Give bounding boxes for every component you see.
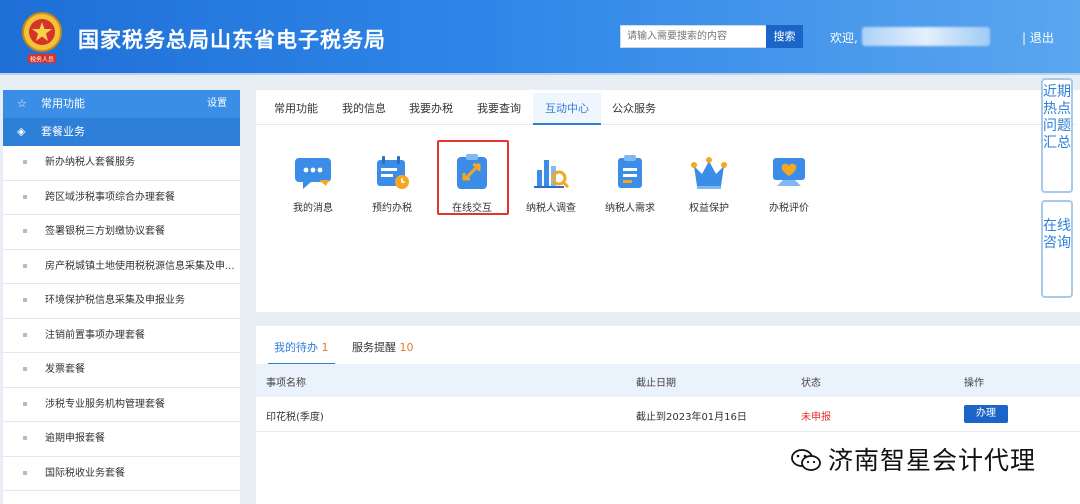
bullet-icon bbox=[23, 367, 27, 371]
icon-label: 预约办税 bbox=[372, 203, 412, 214]
icon-label: 纳税人需求 bbox=[605, 203, 655, 214]
rating-heart-icon bbox=[773, 158, 805, 186]
search-input[interactable] bbox=[620, 25, 766, 48]
icon-label: 我的消息 bbox=[293, 203, 333, 214]
service-panel: 常用功能 我的信息 我要办税 我要查询 互动中心 公众服务 我的消息 预约办税 bbox=[256, 90, 1080, 312]
tab-label: 我的待办 bbox=[274, 341, 318, 354]
sidebar-item[interactable]: 发票套餐 bbox=[3, 353, 240, 388]
clipboard-icon bbox=[618, 155, 642, 188]
my-messages-button[interactable]: 我的消息 bbox=[283, 152, 343, 214]
sidebar-item-label: 发票套餐 bbox=[45, 364, 85, 375]
bullet-icon bbox=[23, 229, 27, 233]
sidebar-item[interactable]: 逾期申报套餐 bbox=[3, 422, 240, 457]
column-header: 状态 bbox=[801, 378, 821, 389]
online-consult-button[interactable]: 在线咨询 bbox=[1041, 200, 1073, 298]
icon-label: 权益保护 bbox=[689, 203, 729, 214]
reminder-count: 10 bbox=[399, 341, 414, 354]
bullet-icon bbox=[23, 298, 27, 302]
tab-common[interactable]: 常用功能 bbox=[274, 100, 318, 125]
sidebar-common-label: 常用功能 bbox=[41, 97, 85, 110]
sidebar-item-label: 跨区域涉税事项综合办理套餐 bbox=[45, 191, 175, 203]
site-title: 国家税务总局山东省电子税务局 bbox=[78, 28, 386, 52]
sidebar-packages-header[interactable]: ◈ 套餐业务 bbox=[3, 118, 240, 146]
icon-label: 办税评价 bbox=[769, 203, 809, 214]
sidebar-item[interactable]: 国际税收业务套餐 bbox=[3, 457, 240, 491]
sidebar-item-label: 签署银税三方划缴协议套餐 bbox=[45, 226, 165, 237]
column-header: 事项名称 bbox=[266, 378, 306, 389]
tab-interaction-center[interactable]: 互动中心 bbox=[533, 93, 601, 125]
sidebar-settings-link[interactable]: 设置 bbox=[207, 90, 227, 118]
watermark: 济南智星会计代理 bbox=[790, 441, 1036, 477]
blurred-username bbox=[862, 27, 990, 46]
column-header: 截止日期 bbox=[636, 378, 676, 389]
appointment-button[interactable]: 预约办税 bbox=[362, 152, 422, 214]
sidebar-item[interactable]: 新办纳税人套餐服务 bbox=[3, 146, 240, 181]
item-name: 印花税(季度) bbox=[266, 412, 324, 423]
bullet-icon bbox=[23, 194, 27, 199]
bullet-icon bbox=[23, 160, 27, 164]
sidebar-item-label: 环境保护税信息采集及申报业务 bbox=[45, 295, 185, 306]
sidebar: ☆ 常用功能 设置 ◈ 套餐业务 新办纳税人套餐服务 跨区域涉税事项综合办理套餐 签… bbox=[3, 90, 240, 504]
handle-button[interactable]: 办理 bbox=[964, 405, 1008, 423]
item-deadline: 截止到2023年01月16日 bbox=[636, 412, 747, 423]
tax-emblem-icon: 税务人员 bbox=[22, 12, 62, 64]
calendar-icon bbox=[377, 156, 409, 189]
sidebar-packages-label: 套餐业务 bbox=[41, 125, 85, 138]
table-row: 印花税(季度) 截止到2023年01月16日 未申报 办理 bbox=[256, 397, 1080, 432]
column-header: 操作 bbox=[964, 378, 984, 389]
search-button[interactable]: 搜索 bbox=[766, 25, 803, 48]
welcome-text: 欢迎, bbox=[830, 31, 858, 45]
crown-icon bbox=[691, 157, 727, 189]
top-banner: 税务人员 国家税务总局山东省电子税务局 搜索 欢迎, | 退出 bbox=[0, 0, 1080, 75]
tab-label: 服务提醒 bbox=[352, 341, 396, 354]
tab-query[interactable]: 我要查询 bbox=[477, 100, 521, 125]
sidebar-item-label: 涉税专业服务机构管理套餐 bbox=[45, 398, 165, 410]
sidebar-item-label: 新办纳税人套餐服务 bbox=[45, 157, 135, 168]
tab-public-service[interactable]: 公众服务 bbox=[612, 100, 656, 125]
emblem-caption: 税务人员 bbox=[30, 56, 54, 64]
taxpayer-needs-button[interactable]: 纳税人需求 bbox=[600, 152, 660, 214]
sidebar-common-header[interactable]: ☆ 常用功能 设置 bbox=[3, 90, 240, 118]
bullet-icon bbox=[23, 263, 27, 268]
watermark-text: 济南智星会计代理 bbox=[828, 446, 1037, 475]
tab-my-todo[interactable]: 我的待办 1 bbox=[268, 339, 335, 365]
survey-chart-icon bbox=[534, 160, 570, 189]
todo-panel: 我的待办 1 服务提醒 10 事项名称 截止日期 状态 操作 印花税(季度) 截… bbox=[256, 326, 1080, 504]
sidebar-item[interactable]: 房产税城镇土地使用税税源信息采集及申... bbox=[3, 250, 240, 284]
sidebar-item[interactable]: 签署银税三方划缴协议套餐 bbox=[3, 215, 240, 250]
sidebar-item[interactable]: 涉税专业服务机构管理套餐 bbox=[3, 388, 240, 422]
sidebar-item-label: 逾期申报套餐 bbox=[45, 433, 105, 444]
layers-icon: ◈ bbox=[17, 125, 26, 138]
bullet-icon bbox=[23, 332, 27, 337]
bullet-icon bbox=[23, 401, 27, 406]
tab-bar: 常用功能 我的信息 我要办税 我要查询 互动中心 公众服务 bbox=[256, 90, 1076, 125]
logout-link[interactable]: | 退出 bbox=[1022, 29, 1054, 46]
star-icon: ☆ bbox=[17, 97, 27, 110]
sidebar-item[interactable]: 跨区域涉税事项综合办理套餐 bbox=[3, 181, 240, 215]
status-badge: 未申报 bbox=[801, 412, 831, 423]
message-icon bbox=[295, 158, 331, 189]
tab-my-info[interactable]: 我的信息 bbox=[342, 100, 386, 125]
hot-topics-button[interactable]: 近期热点问题汇总 bbox=[1041, 78, 1073, 193]
sidebar-item-label: 注销前置事项办理套餐 bbox=[45, 329, 145, 341]
taxpayer-survey-button[interactable]: 纳税人调查 bbox=[521, 152, 581, 214]
wechat-icon bbox=[791, 449, 821, 471]
bullet-icon bbox=[23, 436, 27, 440]
tab-service-reminder[interactable]: 服务提醒 10 bbox=[352, 339, 414, 355]
todo-count: 1 bbox=[321, 341, 329, 354]
bullet-icon bbox=[23, 470, 27, 475]
rights-protection-button[interactable]: 权益保护 bbox=[679, 152, 739, 214]
highlight-box bbox=[437, 140, 509, 215]
icon-label: 纳税人调查 bbox=[526, 203, 576, 214]
table-header: 事项名称 截止日期 状态 操作 bbox=[256, 364, 1080, 397]
sidebar-item-label: 房产税城镇土地使用税税源信息采集及申... bbox=[45, 260, 235, 272]
sidebar-item-label: 国际税收业务套餐 bbox=[45, 467, 125, 479]
sidebar-item[interactable]: 环境保护税信息采集及申报业务 bbox=[3, 284, 240, 319]
tab-tax-handling[interactable]: 我要办税 bbox=[409, 100, 453, 125]
tax-rating-button[interactable]: 办税评价 bbox=[759, 152, 819, 214]
sidebar-item[interactable]: 注销前置事项办理套餐 bbox=[3, 319, 240, 353]
